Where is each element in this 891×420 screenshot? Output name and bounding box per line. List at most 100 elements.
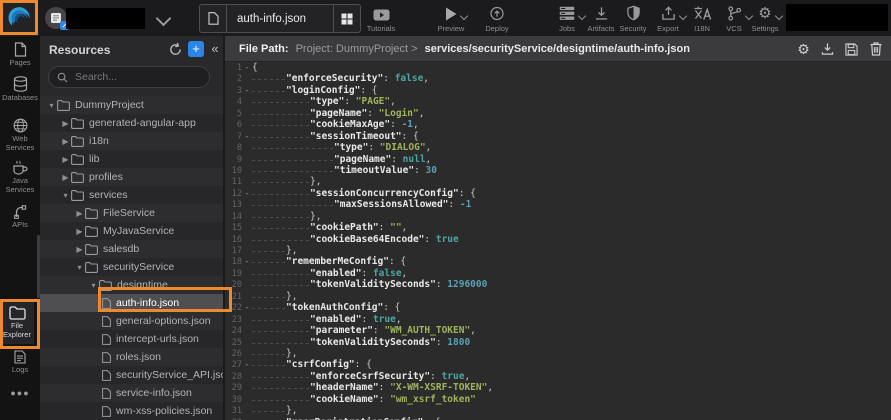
code-line-18[interactable]: 18-"rememberMeConfig": {	[225, 256, 891, 267]
code-line-25[interactable]: 25"tokenValiditySeconds": 1800	[225, 337, 891, 348]
editor-save-icon[interactable]	[844, 41, 859, 57]
chevron-collapsed-icon[interactable]: ▶	[60, 137, 71, 146]
tree-item-generated-angular-app[interactable]: ▶generated-angular-app	[40, 114, 223, 132]
code-line-28[interactable]: 28"enforceCsrfSecurity": true,	[225, 371, 891, 382]
search-input[interactable]	[73, 70, 197, 84]
open-file-tab[interactable]: auth-info.json	[199, 4, 361, 33]
topbar-item-deploy[interactable]: Deploy	[474, 6, 520, 33]
preview-chevron-icon[interactable]	[460, 12, 468, 20]
code-line-20[interactable]: 20"tokenValiditySeconds": 1296000	[225, 279, 891, 290]
project-switcher-chevron-icon[interactable]	[156, 11, 172, 27]
topbar-item-tutorials[interactable]: Tutorials	[358, 6, 404, 33]
tree-item-roles-json[interactable]: roles.json	[40, 348, 223, 366]
tree-item-dummyproject[interactable]: ▾DummyProject	[40, 96, 223, 114]
code-line-22[interactable]: 22-"tokenAuthConfig": {	[225, 302, 891, 313]
editor-settings-gear-icon[interactable]: ⚙	[796, 41, 811, 57]
folder-icon	[71, 172, 84, 183]
editor-delete-trash-icon[interactable]	[868, 41, 883, 57]
settings-chevron-icon[interactable]	[774, 12, 782, 20]
code-line-1[interactable]: 1-{	[225, 62, 891, 73]
code-line-7[interactable]: 7-"sessionTimeout": {	[225, 131, 891, 142]
tree-item-salesdb[interactable]: ▶salesdb	[40, 240, 223, 258]
sidebar-item-more[interactable]: ●●●	[0, 388, 40, 398]
code-line-31[interactable]: 31},	[225, 405, 891, 416]
file-icon	[102, 334, 111, 345]
chevron-collapsed-icon[interactable]: ▶	[74, 209, 85, 218]
java-services-coffee-icon	[12, 160, 28, 175]
tree-item-myjavaservice[interactable]: ▶MyJavaService	[40, 222, 223, 240]
code-line-19[interactable]: 19"enabled": false,	[225, 268, 891, 279]
sidebar-item-pages[interactable]: Pages	[0, 42, 40, 68]
code-line-10[interactable]: 10"timeoutValue": 30	[225, 165, 891, 176]
tree-item-i18n[interactable]: ▶i18n	[40, 132, 223, 150]
topbar-item-preview[interactable]: Preview	[428, 6, 474, 33]
resources-header: Resources + «	[40, 36, 223, 64]
code-line-27[interactable]: 27-"csrfConfig": {	[225, 359, 891, 370]
code-line-21[interactable]: 21},	[225, 291, 891, 302]
sidebar-item-file-explorer[interactable]: File Explorer	[0, 302, 34, 344]
tree-item-securityservice[interactable]: ▾securityService	[40, 258, 223, 276]
add-resource-button[interactable]: +	[188, 41, 204, 57]
fold-toggle-icon[interactable]: -	[242, 303, 252, 314]
code-line-13[interactable]: 13"maxSessionsAllowed": -1	[225, 199, 891, 210]
chevron-collapsed-icon[interactable]: ▶	[74, 245, 85, 254]
code-line-8[interactable]: 8"type": "DIALOG",	[225, 142, 891, 153]
chevron-collapsed-icon[interactable]: ▶	[60, 173, 71, 182]
code-line-32[interactable]: 32-"userRegistrationConfig": {	[225, 417, 891, 420]
tree-item-auth-info-json[interactable]: auth-info.json	[40, 294, 223, 312]
code-line-3[interactable]: 3-"loginConfig": {	[225, 85, 891, 96]
tree-item-profiles[interactable]: ▶profiles	[40, 168, 223, 186]
sidebar-item-databases[interactable]: Databases	[0, 76, 40, 103]
chevron-collapsed-icon[interactable]: ▶	[74, 227, 85, 236]
tree-item-securityservice-api-json[interactable]: securityService_API.json	[40, 366, 223, 384]
code-line-2[interactable]: 2"enforceSecurity": false,	[225, 73, 891, 84]
chevron-expanded-icon[interactable]: ▾	[88, 281, 99, 290]
tree-item-fileservice[interactable]: ▶FileService	[40, 204, 223, 222]
code-line-23[interactable]: 23"enabled": true,	[225, 314, 891, 325]
sidebar-item-apis[interactable]: APIs	[0, 204, 40, 230]
project-avatar[interactable]	[45, 7, 67, 29]
sidebar-item-web-services[interactable]: Web Services	[0, 118, 40, 152]
code-line-11[interactable]: 11},	[225, 176, 891, 187]
tree-item-wm-xss-policies-json[interactable]: wm-xss-policies.json	[40, 402, 223, 420]
sidebar-item-label: File Explorer	[0, 322, 34, 339]
code-line-16[interactable]: 16"cookieBase64Encode": true	[225, 234, 891, 245]
code-line-6[interactable]: 6"cookieMaxAge": -1,	[225, 119, 891, 130]
code-line-5[interactable]: 5"pageName": "Login",	[225, 108, 891, 119]
code-line-15[interactable]: 15"cookiePath": "",	[225, 222, 891, 233]
folder-icon	[71, 118, 84, 129]
redacted-user-area	[786, 4, 888, 31]
sidebar-item-logs[interactable]: Logs	[0, 350, 40, 375]
topbar-item-label: I18N	[694, 24, 710, 33]
tree-item-intercept-urls-json[interactable]: intercept-urls.json	[40, 330, 223, 348]
dashboard-grid-icon[interactable]	[333, 5, 360, 32]
chevron-expanded-icon[interactable]: ▾	[74, 263, 85, 272]
chevron-expanded-icon[interactable]: ▾	[46, 101, 57, 110]
code-line-4[interactable]: 4"type": "PAGE",	[225, 96, 891, 107]
code-line-29[interactable]: 29"headerName": "X-WM-XSRF-TOKEN",	[225, 382, 891, 393]
chevron-collapsed-icon[interactable]: ▶	[60, 119, 71, 128]
indent-guide	[252, 211, 310, 221]
code-line-30[interactable]: 30"cookieName": "wm_xsrf_token"	[225, 394, 891, 405]
resources-search[interactable]	[48, 66, 210, 88]
code-line-26[interactable]: 26},	[225, 348, 891, 359]
tree-item-lib[interactable]: ▶lib	[40, 150, 223, 168]
code-line-9[interactable]: 9"pageName": null,	[225, 154, 891, 165]
tree-item-service-info-json[interactable]: service-info.json	[40, 384, 223, 402]
tree-item-general-options-json[interactable]: general-options.json	[40, 312, 223, 330]
code-line-12[interactable]: 12-"sessionConcurrencyConfig": {	[225, 188, 891, 199]
chevron-collapsed-icon[interactable]: ▶	[60, 155, 71, 164]
editor-download-icon[interactable]	[820, 41, 835, 57]
topbar-item-settings[interactable]: ⚙ Settings	[742, 6, 788, 33]
code-editor[interactable]: 1-{2"enforceSecurity": false,3-"loginCon…	[225, 62, 891, 420]
chevron-expanded-icon[interactable]: ▾	[60, 191, 71, 200]
refresh-icon[interactable]	[168, 42, 184, 58]
sidebar-item-java-services[interactable]: Java Services	[0, 160, 40, 194]
tree-item-services[interactable]: ▾services	[40, 186, 223, 204]
code-line-14[interactable]: 14},	[225, 211, 891, 222]
collapse-panel-icon[interactable]: «	[209, 41, 221, 57]
code-line-17[interactable]: 17},	[225, 245, 891, 256]
code-line-24[interactable]: 24"parameter": "WM_AUTH_TOKEN",	[225, 325, 891, 336]
tree-item-designtime[interactable]: ▾designtime	[40, 276, 223, 294]
app-logo-button[interactable]	[0, 0, 38, 36]
